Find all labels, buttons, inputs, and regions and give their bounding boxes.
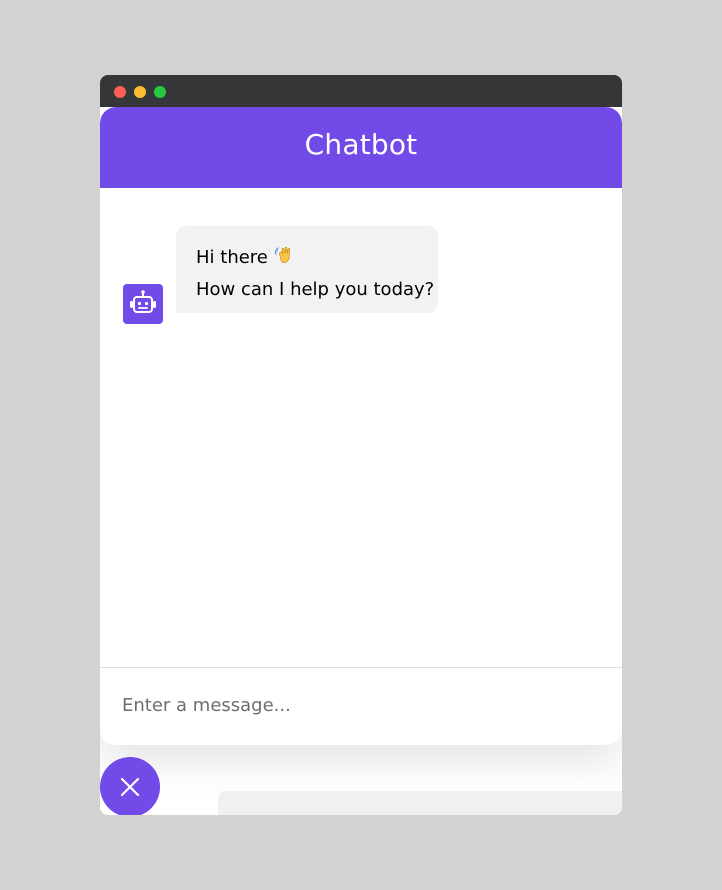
- waving-hand-icon: [274, 244, 296, 275]
- minimize-window-icon[interactable]: [134, 86, 146, 98]
- chat-bubble: Hi there How can I help you today?: [176, 226, 438, 313]
- background-content-strip: [218, 791, 622, 815]
- robot-icon: [123, 284, 163, 324]
- window-titlebar: [100, 75, 622, 107]
- chat-bubble-line-1: Hi there: [196, 243, 418, 275]
- message-input[interactable]: [122, 680, 562, 734]
- chatbot-header: Chatbot: [100, 107, 622, 188]
- greeting-text: Hi there: [196, 247, 268, 268]
- close-icon: [120, 777, 140, 797]
- chatbot-panel: Chatbot Hi there How can I help you toda…: [100, 107, 622, 745]
- chatbot-toggler-button[interactable]: [100, 757, 160, 815]
- browser-window: Chatbot Hi there How can I help you toda…: [100, 75, 622, 815]
- page-viewport: Chatbot Hi there How can I help you toda…: [100, 107, 622, 815]
- help-text: How can I help you today?: [196, 279, 435, 300]
- maximize-window-icon[interactable]: [154, 86, 166, 98]
- chatbox: Hi there How can I help you today?: [100, 188, 622, 668]
- close-window-icon[interactable]: [114, 86, 126, 98]
- chatbot-title: Chatbot: [304, 128, 418, 161]
- chat-input-area: [100, 667, 622, 745]
